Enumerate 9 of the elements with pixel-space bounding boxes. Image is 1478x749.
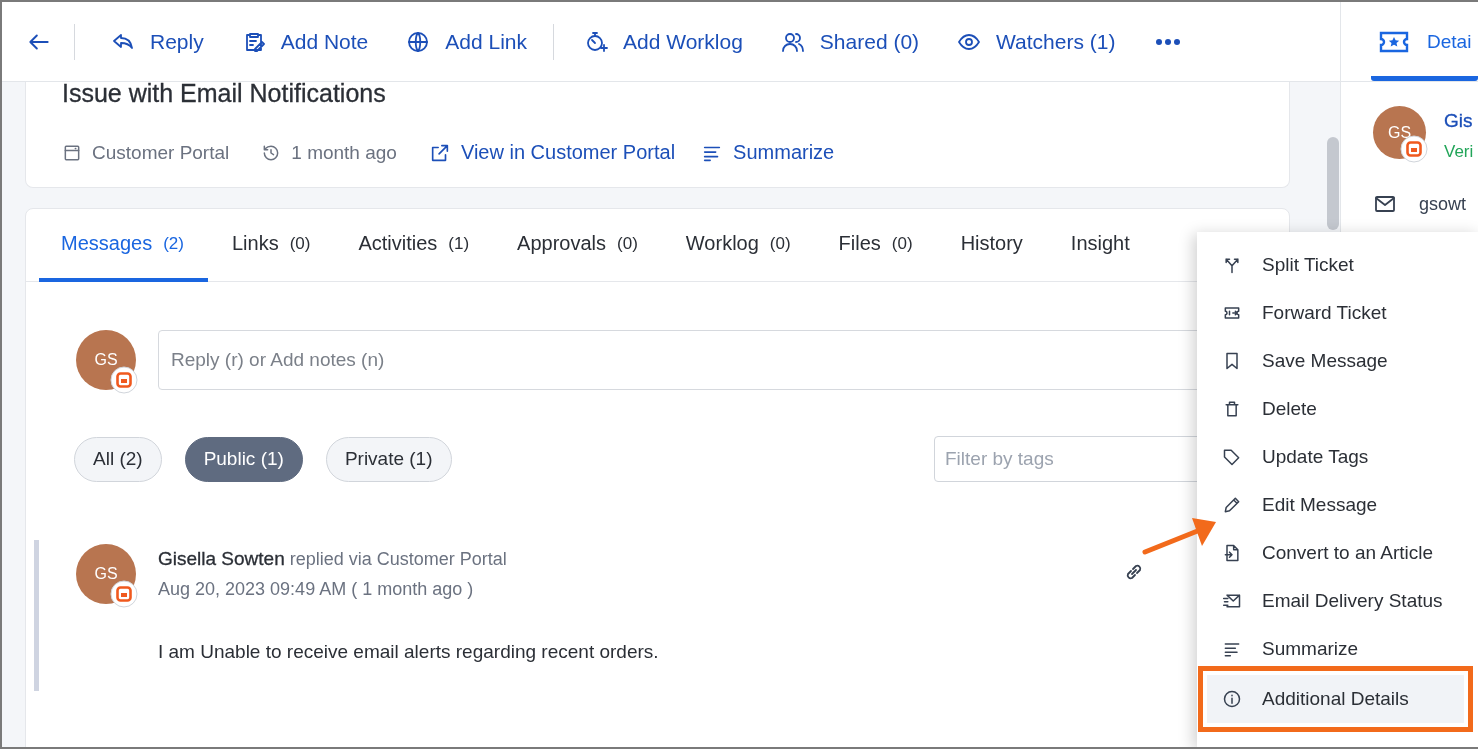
ticket-source: Customer Portal xyxy=(92,141,230,164)
ticket-title: Issue with Email Notifications xyxy=(62,82,387,104)
author-name: Gisella Sowten xyxy=(158,548,285,569)
reply-source: replied via Customer Portal xyxy=(289,549,507,569)
message-body: I am Unable to receive email alerts regarding recent orders. xyxy=(158,641,659,663)
ticket-age: 1 month ago xyxy=(291,141,397,164)
contact-email: gsowt xyxy=(1419,193,1467,215)
message-time: Aug 20, 2023 09:49 AM ( 1 month ago ) xyxy=(158,578,475,601)
verified-status: Veri xyxy=(1444,142,1474,162)
